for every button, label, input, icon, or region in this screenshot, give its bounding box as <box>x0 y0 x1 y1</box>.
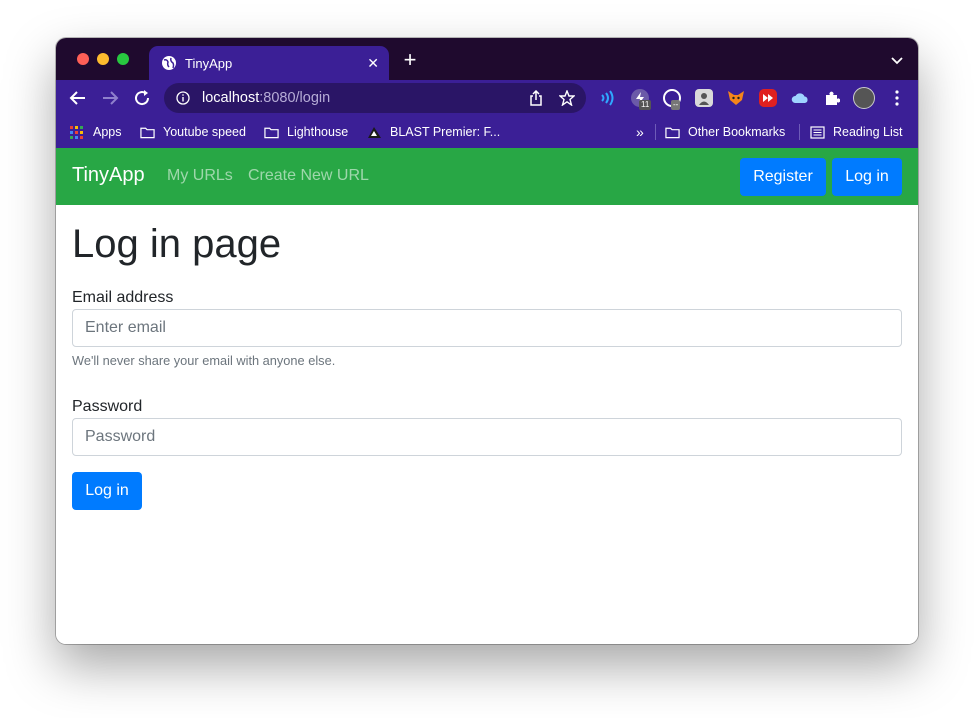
share-icon[interactable] <box>528 90 544 106</box>
kebab-menu-icon[interactable] <box>888 89 906 107</box>
new-tab-button[interactable]: + <box>400 49 420 71</box>
bookmark-label: Reading List <box>833 125 903 139</box>
bookmark-divider <box>655 124 656 140</box>
app-brand-link[interactable]: TinyApp <box>72 164 145 187</box>
close-tab-icon[interactable]: ✕ <box>367 55 379 72</box>
bookmark-star-icon[interactable] <box>559 90 575 106</box>
app-navbar: TinyApp My URLs Create New URL Register … <box>56 148 918 205</box>
extension-badge: -- <box>671 100 681 110</box>
register-button[interactable]: Register <box>740 158 826 196</box>
page-title: Log in page <box>72 222 282 266</box>
nav-link-create-new-url[interactable]: Create New URL <box>248 167 369 185</box>
login-submit-button[interactable]: Log in <box>72 472 142 510</box>
close-window-button[interactable] <box>77 53 89 65</box>
puzzle-icon[interactable] <box>823 89 841 107</box>
zoom-window-button[interactable] <box>117 53 129 65</box>
address-bar[interactable]: localhost:8080/login <box>164 83 586 113</box>
bookmark-label: Lighthouse <box>287 125 349 139</box>
folder-icon <box>264 126 279 139</box>
bookmark-lighthouse[interactable]: Lighthouse <box>264 124 348 140</box>
minimize-window-button[interactable] <box>97 53 109 65</box>
bookmark-label: Other Bookmarks <box>688 125 786 139</box>
forward-arrow-icon[interactable] <box>100 88 120 108</box>
nav-link-my-urls[interactable]: My URLs <box>167 167 233 185</box>
tab-title: TinyApp <box>185 55 233 71</box>
email-help-text: We'll never share your email with anyone… <box>72 353 336 368</box>
bookmarks-overflow-button[interactable]: » <box>636 124 644 140</box>
info-icon[interactable] <box>176 91 190 105</box>
fox-extension-icon[interactable] <box>727 89 745 107</box>
blast-logo-icon <box>367 126 382 139</box>
browser-toolbar: localhost:8080/login 11 -- <box>56 80 918 116</box>
tab-strip: TinyApp ✕ + <box>56 38 918 80</box>
bookmark-youtube-speed[interactable]: Youtube speed <box>140 124 246 140</box>
bookmark-other-bookmarks[interactable]: Other Bookmarks <box>665 124 785 140</box>
bookmark-label: Youtube speed <box>163 125 246 139</box>
bookmark-label: Apps <box>93 125 122 139</box>
browser-window: TinyApp ✕ + localhost:8080/login 11 -- … <box>56 38 918 644</box>
folder-icon <box>665 126 680 139</box>
bookmark-reading-list[interactable]: Reading List <box>810 124 903 140</box>
back-arrow-icon[interactable] <box>68 88 88 108</box>
bookmarks-bar: Apps Youtube speed Lighthouse BLAST Prem… <box>56 116 918 148</box>
wifi-extension-icon[interactable] <box>599 89 617 107</box>
page-content: TinyApp My URLs Create New URL Register … <box>56 148 918 644</box>
url-host: localhost <box>202 90 260 106</box>
email-field[interactable] <box>72 309 902 347</box>
bookmark-label: BLAST Premier: F... <box>390 125 501 139</box>
browser-tab[interactable]: TinyApp ✕ <box>149 46 389 80</box>
cloud-extension-icon[interactable] <box>791 89 809 107</box>
nav-login-button[interactable]: Log in <box>832 158 902 196</box>
email-label: Email address <box>72 289 174 306</box>
fast-forward-extension-icon[interactable] <box>759 89 777 107</box>
extension-badge: 11 <box>639 100 652 110</box>
apps-grid-icon <box>70 125 85 139</box>
bookmark-apps[interactable]: Apps <box>70 124 122 140</box>
url-path: :8080/login <box>259 90 331 106</box>
reload-icon[interactable] <box>132 88 152 108</box>
profile-avatar[interactable] <box>853 87 875 109</box>
contact-extension-icon[interactable] <box>695 89 713 107</box>
password-field[interactable] <box>72 418 902 456</box>
folder-icon <box>140 126 155 139</box>
bookmark-blast-premier[interactable]: BLAST Premier: F... <box>367 124 500 140</box>
bookmark-divider <box>799 124 800 140</box>
chevron-down-icon[interactable] <box>890 53 904 67</box>
password-label: Password <box>72 398 143 415</box>
reading-list-icon <box>810 125 825 139</box>
globe-icon <box>161 55 177 71</box>
